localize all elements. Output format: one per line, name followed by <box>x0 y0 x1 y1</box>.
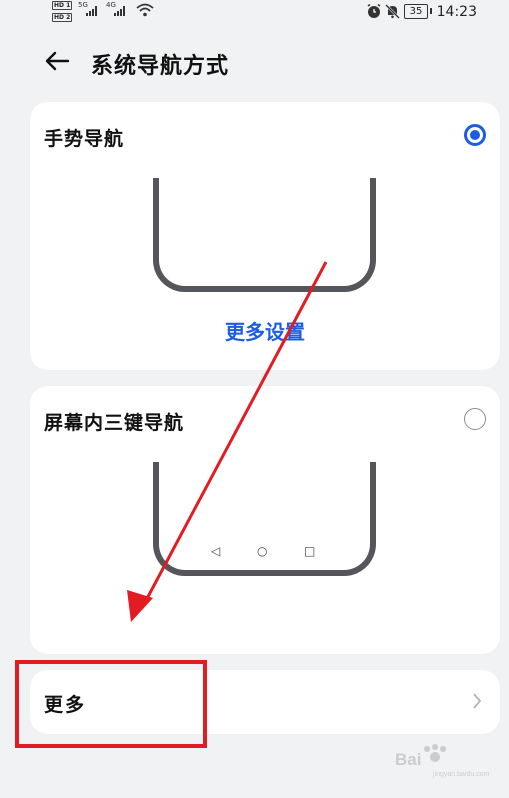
status-bar: HD 1 HD 2 5G 4G 35 14:23 <box>0 0 509 28</box>
watermark-brand-text: Bai <box>395 750 421 769</box>
mute-icon <box>385 4 400 19</box>
more-settings-link[interactable]: 更多设置 <box>30 316 500 345</box>
page-title: 系统导航方式 <box>91 54 230 79</box>
three-key-navigation-card[interactable]: 屏幕内三键导航 ◁ ○ □ <box>30 386 500 654</box>
baidu-watermark: Bai jingyan.baidu.com <box>393 743 491 779</box>
gesture-navigation-card[interactable]: 手势导航 更多设置 <box>30 102 500 370</box>
home-key-icon: ○ <box>257 544 268 558</box>
sim-text: 1 <box>66 2 71 9</box>
alarm-icon <box>367 4 381 18</box>
gesture-phone-illustration <box>153 178 376 292</box>
baidu-paw-logo: Bai jingyan.baidu.com <box>395 744 490 778</box>
hd-text-2: HD <box>54 14 65 21</box>
hd-text: HD <box>54 2 65 9</box>
back-key-icon: ◁ <box>211 544 221 558</box>
battery-icon: 35 <box>404 4 428 19</box>
gesture-navigation-label: 手势导航 <box>44 128 125 150</box>
back-arrow-icon <box>45 51 70 71</box>
battery-tip <box>430 8 432 14</box>
recents-key-icon: □ <box>304 544 316 558</box>
three-key-phone-illustration: ◁ ○ □ <box>153 462 376 576</box>
signal-icon-2 <box>114 6 128 16</box>
wifi-icon <box>136 3 154 17</box>
chevron-right-icon <box>473 693 482 709</box>
hd-badge-2: HD 2 <box>52 13 73 22</box>
signal-icon <box>86 6 100 16</box>
sim-text-2: 2 <box>66 14 71 21</box>
three-key-navigation-radio[interactable] <box>464 408 486 430</box>
watermark-sub-text: jingyan.baidu.com <box>432 771 490 778</box>
annotation-highlight-box <box>15 660 207 748</box>
gesture-navigation-radio[interactable] <box>464 124 486 146</box>
back-button[interactable] <box>40 46 74 76</box>
hd-badge: HD 1 <box>52 1 73 10</box>
status-time: 14:23 <box>436 4 477 20</box>
three-key-navigation-label: 屏幕内三键导航 <box>44 412 185 434</box>
